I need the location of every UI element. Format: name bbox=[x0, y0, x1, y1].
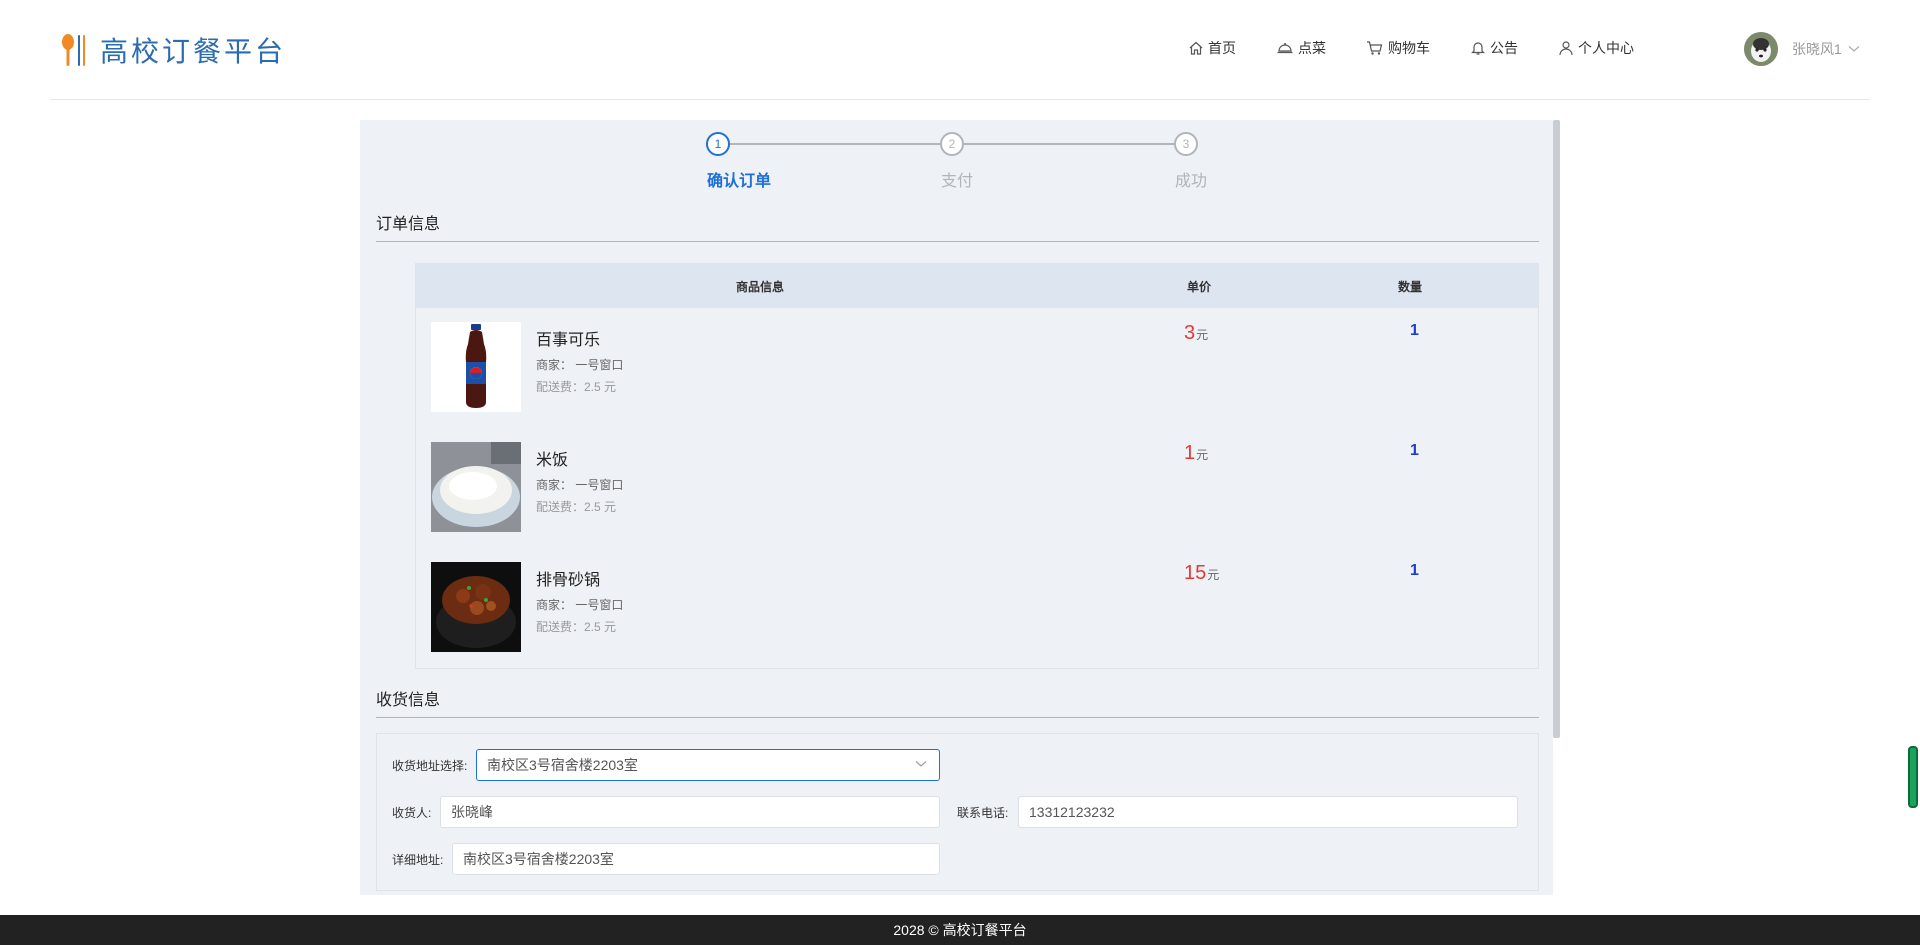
table-row: 排骨砂锅 商家： 一号窗口 配送费：2.5 元 15元 1 bbox=[416, 562, 1538, 652]
product-shop: 商家： 一号窗口 bbox=[536, 598, 624, 612]
user-icon bbox=[1559, 41, 1573, 56]
address-select[interactable]: 南校区3号宿舍楼2203室 bbox=[476, 749, 940, 781]
home-icon bbox=[1189, 41, 1203, 55]
checkout-steps: 1 2 3 确认订单 支付 成功 bbox=[360, 132, 1553, 202]
step-3-label: 成功 bbox=[1175, 173, 1208, 190]
nav-item-dishes[interactable]: 点菜 bbox=[1276, 38, 1326, 58]
side-floating-widget[interactable] bbox=[1908, 746, 1918, 808]
step-1-circle: 1 bbox=[706, 132, 730, 156]
step-1-label: 确认订单 bbox=[707, 173, 772, 190]
receiver-input[interactable]: 张晓峰 bbox=[440, 796, 940, 828]
order-table: 商品信息 单价 数量 百事可乐 商家： 一号窗口 配送费：2.5 元 3元 1 … bbox=[415, 263, 1539, 669]
nav-label: 公告 bbox=[1490, 40, 1518, 56]
phone-input[interactable]: 13312123232 bbox=[1018, 796, 1518, 828]
nav-item-home[interactable]: 首页 bbox=[1188, 38, 1236, 58]
product-name: 米饭 bbox=[536, 452, 569, 469]
detail-address-input[interactable]: 南校区3号宿舍楼2203室 bbox=[452, 843, 940, 875]
product-name: 百事可乐 bbox=[536, 332, 601, 349]
page-footer: 2028 © 高校订餐平台 bbox=[0, 915, 1920, 945]
receiver-label: 收货人: bbox=[392, 806, 432, 820]
detail-address-value: 南校区3号宿舍楼2203室 bbox=[463, 851, 614, 867]
phone-label: 联系电话: bbox=[957, 806, 1009, 820]
price-unit: 元 bbox=[1207, 568, 1220, 582]
main-nav: 首页 点菜 购物车 公告 个人中心 bbox=[1188, 38, 1674, 58]
step-2-circle: 2 bbox=[940, 132, 964, 156]
col-header-price: 单价 bbox=[1187, 280, 1212, 294]
delivery-info-divider bbox=[376, 717, 1539, 718]
avatar bbox=[1744, 32, 1778, 66]
product-image-rice[interactable] bbox=[431, 442, 521, 532]
product-qty: 1 bbox=[1410, 442, 1419, 459]
checkout-panel: 1 2 3 确认订单 支付 成功 订单信息 商品信息 单价 数量 百事可乐 商家… bbox=[360, 120, 1553, 895]
delivery-info-title: 收货信息 bbox=[376, 692, 441, 709]
bell-icon bbox=[1471, 42, 1485, 55]
footer-text: 2028 © 高校订餐平台 bbox=[893, 922, 1027, 938]
table-header: 商品信息 单价 数量 bbox=[416, 264, 1538, 308]
table-row: 米饭 商家： 一号窗口 配送费：2.5 元 1元 1 bbox=[416, 442, 1538, 532]
product-qty: 1 bbox=[1410, 322, 1419, 339]
product-name: 排骨砂锅 bbox=[536, 572, 601, 589]
price-unit: 元 bbox=[1196, 328, 1209, 342]
address-select-label: 收货地址选择: bbox=[392, 759, 468, 773]
price-unit: 元 bbox=[1196, 448, 1209, 462]
spoon-fork-icon bbox=[60, 33, 90, 67]
step-connector bbox=[718, 143, 940, 145]
order-info-divider bbox=[376, 241, 1539, 242]
product-image-ribs-pot[interactable] bbox=[431, 562, 521, 652]
product-shop: 商家： 一号窗口 bbox=[536, 478, 624, 492]
nav-item-cart[interactable]: 购物车 bbox=[1366, 38, 1430, 58]
cart-icon bbox=[1367, 41, 1383, 55]
order-info-title: 订单信息 bbox=[376, 216, 441, 233]
delivery-form: 收货地址选择: 南校区3号宿舍楼2203室 收货人: 张晓峰 联系电话: 133… bbox=[376, 733, 1539, 891]
product-price: 1元 bbox=[1184, 442, 1208, 465]
product-delivery-fee: 配送费：2.5 元 bbox=[536, 620, 617, 634]
col-header-qty: 数量 bbox=[1398, 280, 1423, 294]
step-3-circle: 3 bbox=[1174, 132, 1198, 156]
panel-scrollbar[interactable] bbox=[1553, 120, 1560, 738]
col-header-info: 商品信息 bbox=[736, 280, 785, 294]
product-delivery-fee: 配送费：2.5 元 bbox=[536, 500, 617, 514]
brand-title: 高校订餐平台 bbox=[100, 36, 287, 67]
user-menu[interactable]: 张晓风1 bbox=[1744, 32, 1860, 66]
nav-label: 个人中心 bbox=[1578, 40, 1634, 56]
brand-logo[interactable]: 高校订餐平台 bbox=[60, 30, 286, 70]
product-price: 15元 bbox=[1184, 562, 1219, 585]
product-qty: 1 bbox=[1410, 562, 1419, 579]
receiver-value: 张晓峰 bbox=[451, 804, 493, 820]
product-price: 3元 bbox=[1184, 322, 1208, 345]
nav-item-notice[interactable]: 公告 bbox=[1470, 38, 1518, 58]
top-header: 高校订餐平台 首页 点菜 购物车 公告 个人中心 张晓风1 bbox=[0, 0, 1920, 100]
price-value: 1 bbox=[1184, 442, 1196, 464]
user-name: 张晓风1 bbox=[1792, 41, 1842, 57]
header-divider bbox=[50, 99, 1870, 100]
nav-label: 点菜 bbox=[1298, 40, 1326, 56]
address-select-value: 南校区3号宿舍楼2203室 bbox=[487, 757, 638, 773]
price-value: 3 bbox=[1184, 322, 1196, 344]
chevron-down-icon bbox=[1848, 46, 1860, 52]
price-value: 15 bbox=[1184, 562, 1207, 584]
chevron-down-icon bbox=[915, 761, 927, 767]
nav-label: 购物车 bbox=[1388, 40, 1430, 56]
product-shop: 商家： 一号窗口 bbox=[536, 358, 624, 372]
phone-value: 13312123232 bbox=[1029, 804, 1115, 820]
product-image-pepsi[interactable] bbox=[431, 322, 521, 412]
detail-address-label: 详细地址: bbox=[392, 853, 444, 867]
table-row: 百事可乐 商家： 一号窗口 配送费：2.5 元 3元 1 bbox=[416, 322, 1538, 412]
step-connector bbox=[964, 143, 1174, 145]
nav-label: 首页 bbox=[1208, 40, 1236, 56]
step-2-label: 支付 bbox=[941, 173, 974, 190]
nav-item-profile[interactable]: 个人中心 bbox=[1558, 38, 1634, 58]
product-delivery-fee: 配送费：2.5 元 bbox=[536, 380, 617, 394]
dish-icon bbox=[1277, 43, 1293, 54]
